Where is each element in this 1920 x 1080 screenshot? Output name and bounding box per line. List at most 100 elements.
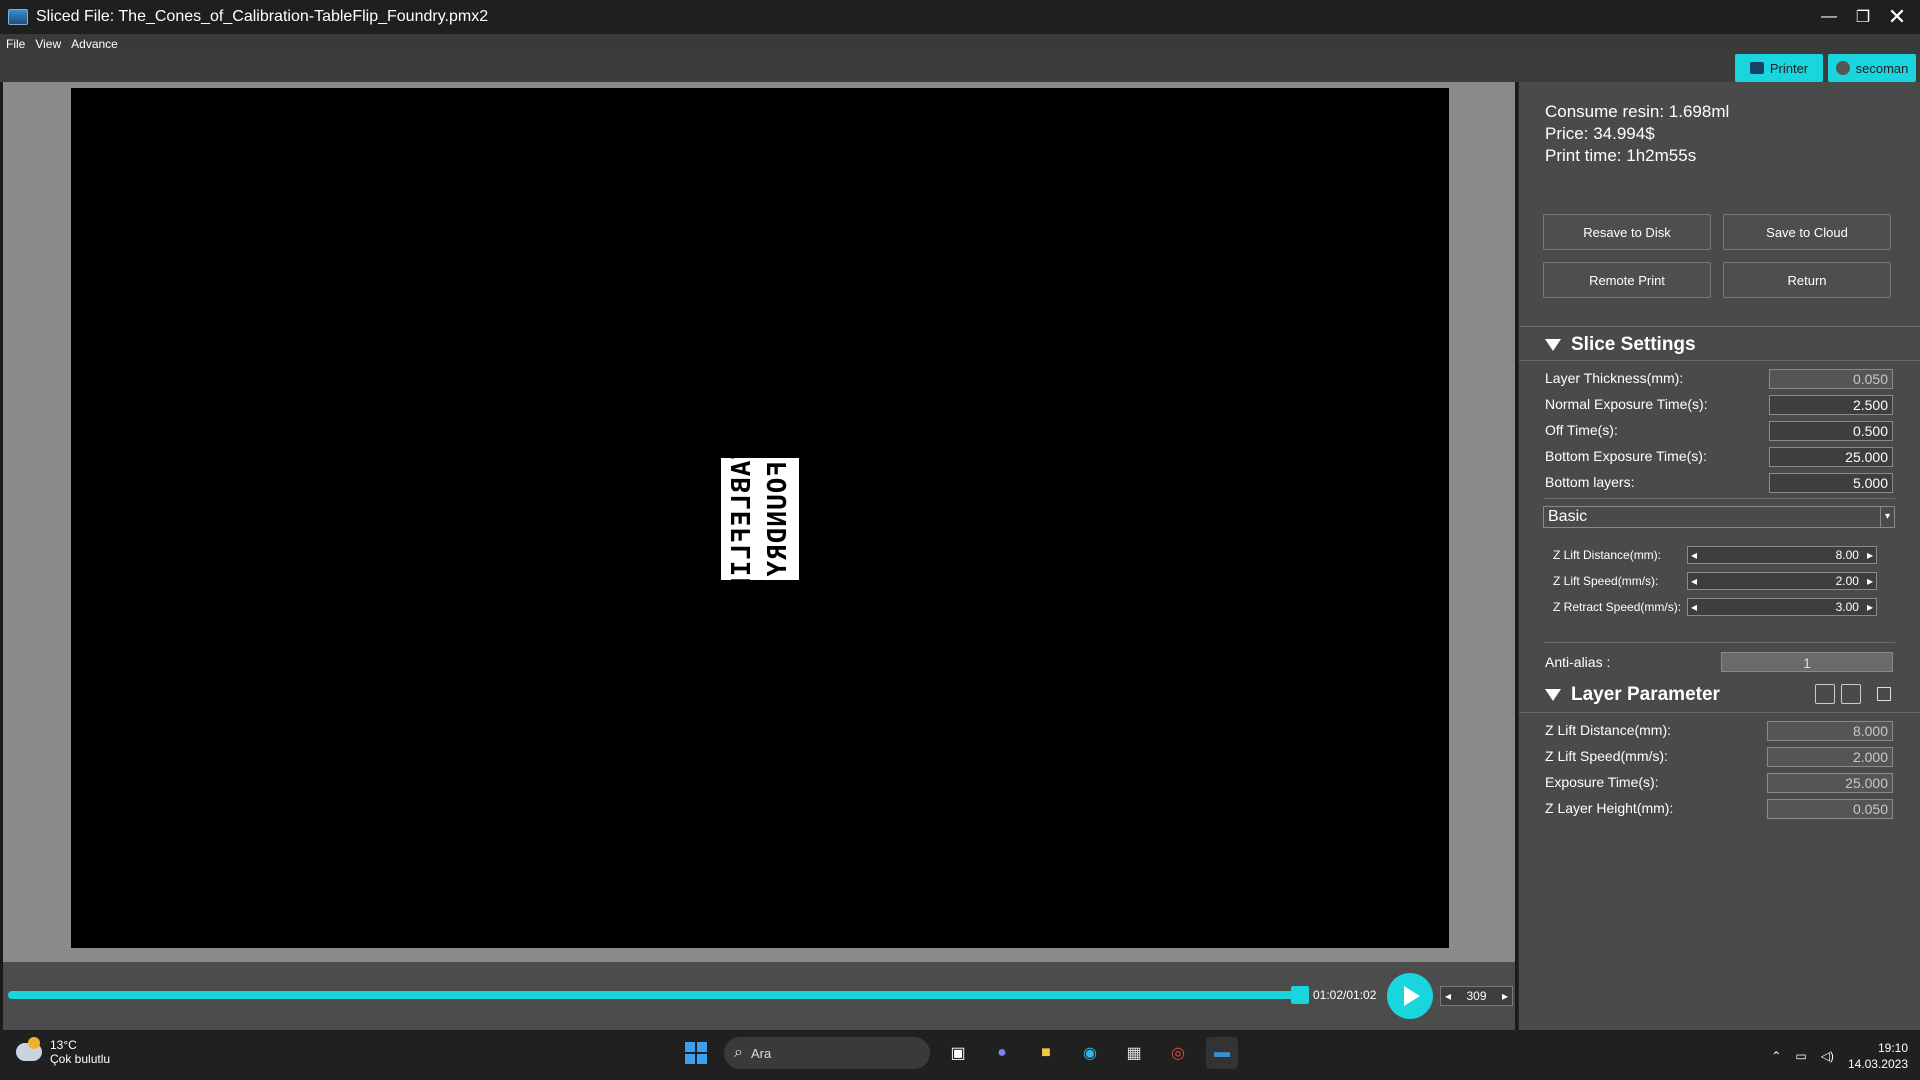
search-placeholder: Ara [750, 1045, 772, 1061]
chevron-down-icon[interactable]: ▾ [1880, 507, 1894, 527]
z-retract-speed-stepper[interactable]: ◂ 3.00 ▸ [1687, 598, 1877, 616]
chrome-icon[interactable]: ◎ [1162, 1037, 1194, 1069]
z-lift-distance-label: Z Lift Distance(mm): [1553, 548, 1662, 562]
antialias-label: Anti-alias : [1545, 654, 1611, 670]
bottom-exposure-label: Bottom Exposure Time(s): [1545, 448, 1707, 464]
chevron-up-icon[interactable]: ⌃ [1771, 1049, 1781, 1063]
normal-exposure-field[interactable]: 2.500 [1769, 395, 1893, 415]
user-button[interactable]: secoman [1828, 54, 1916, 82]
taskbar: 13°C Çok bulutlu ⌕ Ara ▣ ● ■ ◉ ▦ ◎ ▬ ⌃ ▭… [0, 1030, 1920, 1080]
price-stat: Price: 34.994$ [1545, 124, 1655, 144]
taskbar-search[interactable]: ⌕ Ara [724, 1037, 930, 1069]
layer-slider-handle[interactable] [1291, 986, 1309, 1004]
divider [1543, 642, 1895, 643]
top-toolbar: Printer secoman [0, 54, 1920, 82]
divider [1519, 712, 1920, 713]
resin-label: Consume resin: [1545, 102, 1665, 121]
resin-stat: Consume resin: 1.698ml [1545, 102, 1729, 122]
menu-file[interactable]: File [6, 37, 25, 51]
off-time-label: Off Time(s): [1545, 422, 1618, 438]
antialias-select[interactable]: 1 [1721, 652, 1893, 672]
cloud-icon [16, 1037, 42, 1061]
restore-icon[interactable]: ❐ [1846, 0, 1880, 34]
remote-print-button[interactable]: Remote Print [1543, 262, 1711, 298]
volume-icon[interactable]: ◁) [1821, 1049, 1834, 1063]
layer-thickness-label: Layer Thickness(mm): [1545, 370, 1684, 386]
layer-number: 309 [1466, 989, 1487, 1003]
slice-text-2: FOUNDRY [763, 460, 793, 578]
start-button[interactable] [680, 1037, 712, 1069]
spin-left-icon[interactable]: ◂ [1445, 989, 1451, 1003]
taskbar-apps: ⌕ Ara ▣ ● ■ ◉ ▦ ◎ ▬ [680, 1037, 1238, 1069]
play-icon [1404, 986, 1420, 1006]
monitor-icon [1749, 62, 1764, 74]
printer-button[interactable]: Printer [1735, 54, 1823, 82]
resave-button[interactable]: Resave to Disk [1543, 214, 1711, 250]
save-cloud-button[interactable]: Save to Cloud [1723, 214, 1891, 250]
normal-exposure-label: Normal Exposure Time(s): [1545, 396, 1708, 412]
chat-icon[interactable]: ● [986, 1037, 1018, 1069]
off-time-field[interactable]: 0.500 [1769, 421, 1893, 441]
edge-icon[interactable]: ◉ [1074, 1037, 1106, 1069]
print-time-value: 1h2m55s [1626, 146, 1697, 165]
decrement-icon[interactable]: ◂ [1691, 548, 1697, 562]
slice-text-1: TABLEFLIP [727, 444, 757, 594]
file-explorer-icon[interactable]: ■ [1030, 1037, 1062, 1069]
antialias-value: 1 [1803, 655, 1811, 671]
clock[interactable]: 19:10 14.03.2023 [1848, 1040, 1908, 1072]
slice-settings-title: Slice Settings [1571, 334, 1696, 355]
z-lift-distance-stepper[interactable]: ◂ 8.00 ▸ [1687, 546, 1877, 564]
collapse-icon [1545, 339, 1561, 351]
menu-advance[interactable]: Advance [71, 37, 118, 51]
increment-icon[interactable]: ▸ [1867, 574, 1873, 588]
return-button[interactable]: Return [1723, 262, 1891, 298]
layer-parameter-tools [1815, 684, 1891, 704]
import-icon[interactable] [1841, 684, 1861, 704]
collapse-icon [1545, 689, 1561, 701]
minimize-icon[interactable]: — [1812, 0, 1846, 34]
lp-exposure-time-label: Exposure Time(s): [1545, 774, 1659, 790]
window-title: Sliced File: The_Cones_of_Calibration-Ta… [36, 8, 489, 25]
weather-widget[interactable]: 13°C Çok bulutlu [16, 1037, 110, 1066]
user-button-label: secoman [1855, 60, 1909, 76]
store-icon[interactable]: ▦ [1118, 1037, 1150, 1069]
increment-icon[interactable]: ▸ [1867, 548, 1873, 562]
price-label: Price: [1545, 124, 1589, 143]
lp-z-layer-height-field: 0.050 [1767, 799, 1893, 819]
slicer-app-icon[interactable]: ▬ [1206, 1037, 1238, 1069]
layer-parameter-title: Layer Parameter [1571, 684, 1720, 705]
right-panel: Consume resin: 1.698ml Price: 34.994$ Pr… [1518, 82, 1920, 1030]
menu-view[interactable]: View [35, 37, 61, 51]
resin-value: 1.698ml [1668, 102, 1730, 121]
close-icon[interactable]: ✕ [1880, 0, 1914, 34]
z-lift-distance-value: 8.00 [1835, 548, 1859, 562]
layer-spinbox[interactable]: ◂ 309 ▸ [1440, 986, 1513, 1006]
bottom-exposure-field[interactable]: 25.000 [1769, 447, 1893, 467]
layer-canvas[interactable]: TABLEFLIP FOUNDRY [71, 88, 1449, 948]
task-view-icon[interactable]: ▣ [942, 1037, 974, 1069]
slice-settings-header[interactable]: Slice Settings [1545, 334, 1696, 356]
bottom-layers-label: Bottom layers: [1545, 474, 1635, 490]
mode-select[interactable]: Basic ▾ [1543, 506, 1895, 528]
network-icon[interactable]: ▭ [1795, 1049, 1806, 1063]
layer-parameter-header[interactable]: Layer Parameter [1545, 684, 1720, 706]
z-lift-speed-stepper[interactable]: ◂ 2.00 ▸ [1687, 572, 1877, 590]
increment-icon[interactable]: ▸ [1867, 600, 1873, 614]
app-icon [8, 9, 28, 25]
search-icon: ⌕ [734, 1044, 743, 1061]
layer-slider-track[interactable] [8, 991, 1301, 999]
mode-select-value: Basic [1548, 508, 1588, 525]
playback-bar: 01:02/01:02 ◂ 309 ▸ [3, 962, 1515, 1030]
decrement-icon[interactable]: ◂ [1691, 600, 1697, 614]
export-icon[interactable] [1815, 684, 1835, 704]
layer-parameter-checkbox[interactable] [1877, 687, 1891, 701]
decrement-icon[interactable]: ◂ [1691, 574, 1697, 588]
app-root: Sliced File: The_Cones_of_Calibration-Ta… [0, 0, 1920, 1080]
spin-right-icon[interactable]: ▸ [1502, 989, 1508, 1003]
play-button[interactable] [1387, 973, 1433, 1019]
system-tray: ⌃ ▭ ◁) 19:10 14.03.2023 [1771, 1040, 1908, 1072]
lp-z-lift-speed-label: Z Lift Speed(mm/s): [1545, 748, 1668, 764]
lp-z-lift-distance-label: Z Lift Distance(mm): [1545, 722, 1672, 738]
layer-viewer: TABLEFLIP FOUNDRY [3, 82, 1515, 962]
bottom-layers-field[interactable]: 5.000 [1769, 473, 1893, 493]
